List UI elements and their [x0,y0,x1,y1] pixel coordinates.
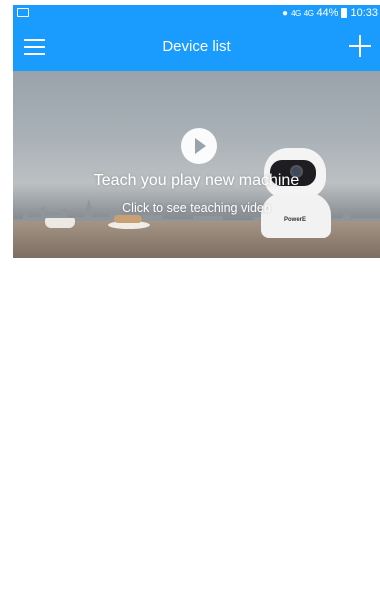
banner-title: Teach you play new machine [93,172,300,189]
title-bar: Device list [13,23,380,71]
camera-brand-logo: PowerE [284,217,307,223]
device-list-area [13,258,380,605]
teaching-video-banner[interactable]: PowerE Teach you play new machine Click … [13,71,380,258]
image-notification-icon [17,8,29,17]
play-icon[interactable] [181,128,217,164]
battery-icon [341,8,348,18]
status-indicators: ● 4G 4G 44% 10:33 [282,7,378,19]
clock: 10:33 [350,7,378,19]
banner-subtitle[interactable]: Click to see teaching video [13,201,380,215]
cup-image [45,218,75,228]
network-type: 4G [291,8,301,18]
status-bar: ● 4G 4G 44% 10:33 [13,5,380,23]
signal-icon: 4G [303,8,314,18]
wifi-icon: ● [282,7,289,19]
battery-percent: 44% [316,7,339,19]
bread-image [114,215,142,223]
app-screen: ● 4G 4G 44% 10:33 Device list PowerE Tea… [0,0,380,605]
plus-icon[interactable] [349,35,371,57]
page-title: Device list [162,38,231,55]
security-camera-image: PowerE [261,148,331,240]
